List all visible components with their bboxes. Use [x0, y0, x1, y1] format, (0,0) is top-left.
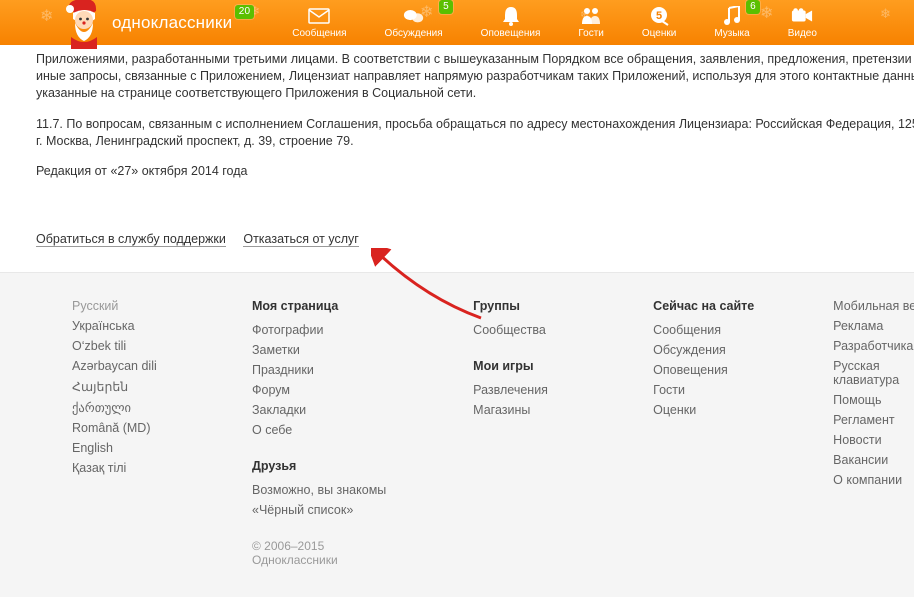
footer-link[interactable]: Закладки [252, 403, 306, 417]
footer-col-site: Мобильная версия Реклама Разработчикам Р… [833, 299, 914, 567]
footer-link[interactable]: Новости [833, 433, 881, 447]
footer-link[interactable]: Мобильная версия [833, 299, 914, 313]
top-nav-bar: ❄ ❄ ❄ ❄ ❄ ❄ одноклассники 20 Сообщения [0, 0, 914, 45]
chat-bubbles-icon [403, 6, 425, 26]
lang-link[interactable]: Հայերեն [72, 380, 128, 394]
nav-label: Гости [578, 29, 603, 39]
nav-label: Сообщения [292, 29, 346, 39]
brand-logo[interactable]: одноклассники 20 [112, 13, 232, 33]
lang-link[interactable]: English [72, 441, 113, 455]
opt-out-link[interactable]: Отказаться от услуг [243, 232, 358, 247]
nav-messages[interactable]: Сообщения [292, 6, 346, 39]
nav-label: Видео [788, 29, 817, 39]
nav-ratings[interactable]: 5 Оценки [642, 6, 676, 39]
footer-link[interactable]: Форум [252, 383, 290, 397]
footer-link[interactable]: Регламент [833, 413, 894, 427]
nav-badge: 5 [439, 0, 453, 14]
lang-current: Русский [72, 299, 118, 313]
footer-link[interactable]: Вакансии [833, 453, 888, 467]
site-footer: Русский Українська O‘zbek tili Azərbayca… [0, 272, 914, 597]
doc-line: 11.7. По вопросам, связанным с исполнени… [36, 116, 914, 133]
footer-link[interactable]: «Чёрный список» [252, 503, 353, 517]
footer-col-languages: Русский Українська O‘zbek tili Azərbayca… [72, 299, 182, 567]
nav-label: Оповещения [481, 29, 541, 39]
envelope-icon [308, 6, 330, 26]
action-links-row: Обратиться в службу поддержки Отказаться… [36, 232, 914, 246]
footer-link[interactable]: Гости [653, 383, 685, 397]
nav-items: Сообщения 5 Обсуждения Оповещения Гости … [292, 6, 817, 39]
nav-label: Обсуждения [385, 29, 443, 39]
footer-link[interactable]: Разработчикам [833, 339, 914, 353]
main-content: Приложениями, разработанными третьими ли… [0, 45, 914, 606]
contact-support-link[interactable]: Обратиться в службу поддержки [36, 232, 226, 247]
brand-name-text: одноклассники [112, 13, 232, 33]
nav-guests[interactable]: Гости [578, 6, 603, 39]
lang-link[interactable]: O‘zbek tili [72, 339, 126, 353]
nav-discussions[interactable]: 5 Обсуждения [385, 6, 443, 39]
footer-link[interactable]: Обсуждения [653, 343, 726, 357]
nav-video[interactable]: Видео [788, 6, 817, 39]
footer-link[interactable]: О себе [252, 423, 292, 437]
agreement-text: Приложениями, разработанными третьими ли… [36, 45, 914, 180]
footer-link[interactable]: Развлечения [473, 383, 548, 397]
copyright-text: © 2006–2015 Одноклассники [252, 539, 403, 567]
doc-line: указанные на странице соответствующего П… [36, 85, 914, 102]
santa-avatar-icon [63, 0, 107, 49]
rating-5-icon: 5 [648, 6, 670, 26]
footer-heading: Группы [473, 299, 583, 313]
footer-link[interactable]: Фотографии [252, 323, 323, 337]
doc-line: Приложениями, разработанными третьими ли… [36, 51, 914, 68]
footer-link[interactable]: Оповещения [653, 363, 728, 377]
guests-icon [580, 6, 602, 26]
footer-link[interactable]: Помощь [833, 393, 881, 407]
nav-badge: 6 [746, 0, 760, 14]
footer-link[interactable]: Сообщения [653, 323, 721, 337]
lang-link[interactable]: Українська [72, 319, 135, 333]
nav-label: Музыка [714, 29, 749, 39]
footer-heading: Мои игры [473, 359, 583, 373]
nav-label: Оценки [642, 29, 676, 39]
footer-link[interactable]: Реклама [833, 319, 883, 333]
footer-link[interactable]: Праздники [252, 363, 314, 377]
video-camera-icon [791, 6, 813, 26]
doc-line: г. Москва, Ленинградский проспект, д. 39… [36, 133, 914, 150]
svg-text:5: 5 [656, 10, 662, 22]
page-body: Приложениями, разработанными третьими ли… [0, 45, 914, 606]
lang-link[interactable]: Română (MD) [72, 421, 151, 435]
footer-link[interactable]: Заметки [252, 343, 300, 357]
doc-line: иные запросы, связанные с Приложением, Л… [36, 68, 914, 85]
nav-music[interactable]: 6 Музыка [714, 6, 749, 39]
footer-link[interactable]: Возможно, вы знакомы [252, 483, 386, 497]
nav-notifications[interactable]: Оповещения [481, 6, 541, 39]
footer-link[interactable]: Оценки [653, 403, 696, 417]
footer-link[interactable]: Магазины [473, 403, 530, 417]
footer-link[interactable]: О компании [833, 473, 902, 487]
footer-heading: Сейчас на сайте [653, 299, 763, 313]
footer-col-now: Сейчас на сайте Сообщения Обсуждения Опо… [653, 299, 763, 567]
footer-link[interactable]: Русская клавиатура [833, 359, 899, 387]
footer-heading: Друзья [252, 459, 403, 473]
doc-revision: Редакция от «27» октября 2014 года [36, 163, 914, 180]
lang-link[interactable]: Қазақ тілі [72, 461, 126, 475]
footer-heading: Моя страница [252, 299, 403, 313]
bell-icon [500, 6, 522, 26]
footer-link[interactable]: Сообщества [473, 323, 546, 337]
music-note-icon [721, 6, 743, 26]
lang-link[interactable]: Azərbaycan dili [72, 359, 157, 373]
footer-col-mypage: Моя страница Фотографии Заметки Праздник… [252, 299, 403, 567]
lang-link[interactable]: ქართული [72, 401, 131, 415]
brand-badge: 20 [235, 5, 255, 19]
footer-col-groups: Группы Сообщества Мои игры Развлечения М… [473, 299, 583, 567]
